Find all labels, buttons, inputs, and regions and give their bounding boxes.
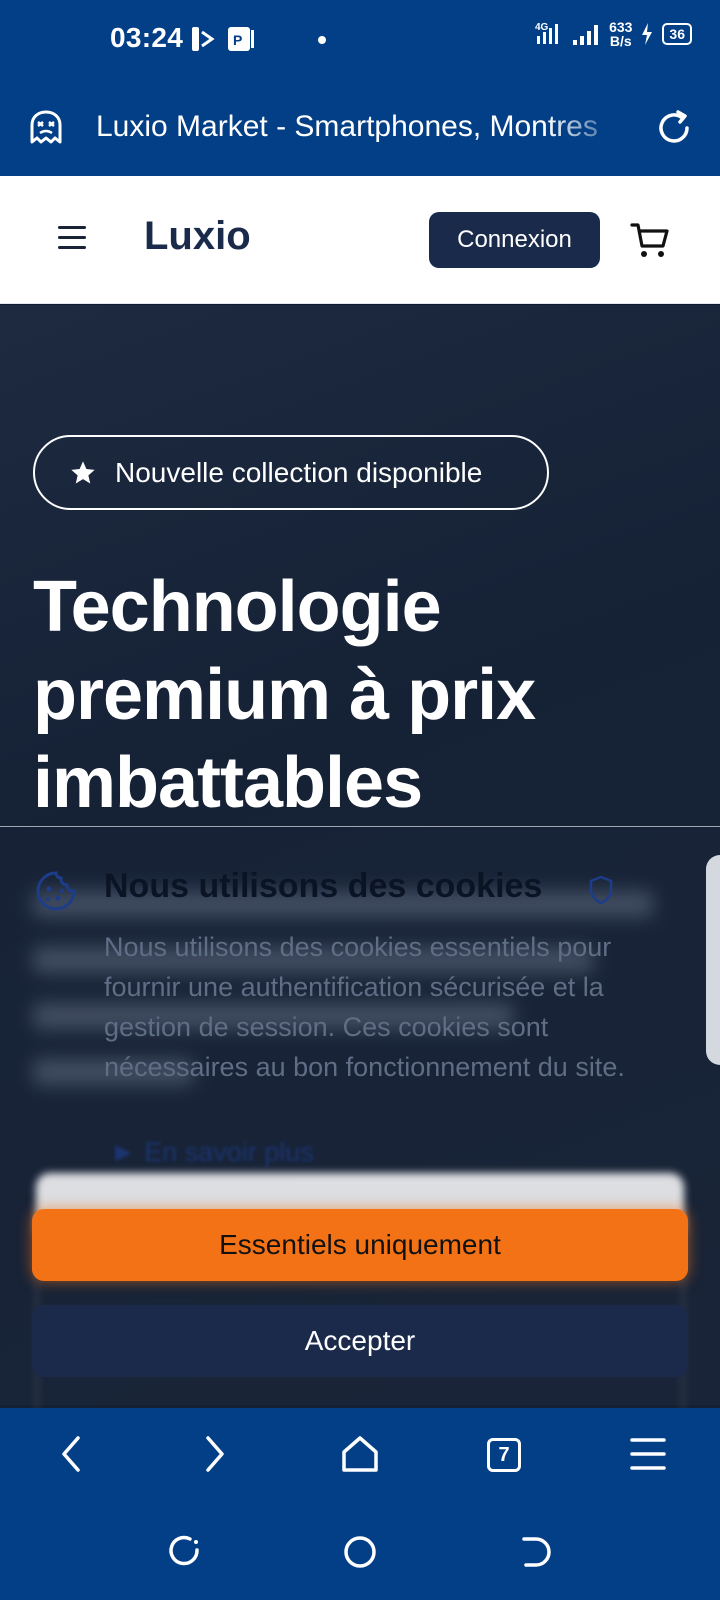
status-notification-icons: P bbox=[190, 24, 256, 54]
cookie-icon bbox=[36, 871, 76, 911]
network-speed-value: 633 bbox=[609, 19, 633, 35]
svg-text:P: P bbox=[233, 32, 242, 48]
hero-title: Technologie premium à prix imbattables bbox=[33, 563, 673, 827]
network-speed: 633 B/s bbox=[609, 20, 632, 48]
back-icon[interactable] bbox=[56, 1432, 86, 1476]
login-button[interactable]: Connexion bbox=[429, 212, 600, 268]
tabs-icon[interactable]: 7 bbox=[487, 1438, 521, 1472]
browser-address-bar[interactable]: Luxio Market - Smartphones, Montres bbox=[0, 80, 720, 176]
system-nav-bar bbox=[0, 1504, 720, 1600]
learn-more-link[interactable]: ► En savoir plus bbox=[110, 1137, 314, 1168]
essential-only-button[interactable]: Essentiels uniquement bbox=[32, 1209, 688, 1281]
network-speed-unit: B/s bbox=[609, 33, 632, 49]
forward-icon[interactable] bbox=[200, 1432, 230, 1476]
ghost-icon[interactable] bbox=[26, 108, 66, 148]
recents-icon[interactable] bbox=[166, 1534, 202, 1570]
cookie-title: Nous utilisons des cookies bbox=[104, 867, 543, 905]
menu-icon[interactable] bbox=[58, 226, 86, 250]
reload-icon[interactable] bbox=[654, 108, 694, 148]
status-bar: 03:24 P 4G 633 B/s 36 bbox=[0, 0, 720, 80]
hero-title-line: Technologie bbox=[33, 567, 442, 647]
app-notification-icon: P bbox=[228, 27, 254, 51]
hero-title-line: premium à prix bbox=[33, 655, 536, 735]
site-header: Luxio Connexion bbox=[0, 176, 720, 304]
brand-logo[interactable]: Luxio bbox=[144, 214, 251, 259]
status-dot bbox=[318, 36, 326, 44]
home-circle-icon[interactable] bbox=[342, 1534, 378, 1570]
star-icon bbox=[71, 460, 95, 483]
nfc-tap-icon bbox=[192, 27, 215, 51]
cookie-description: Nous utilisons des cookies essentiels po… bbox=[104, 932, 625, 1082]
cookie-banner: Nous utilisons des cookies Nous utilison… bbox=[0, 826, 720, 1423]
menu-icon[interactable] bbox=[628, 1432, 668, 1476]
accept-button[interactable]: Accepter bbox=[32, 1305, 688, 1377]
signal-4g-icon: 4G bbox=[535, 22, 559, 44]
status-time: 03:24 bbox=[110, 22, 184, 53]
signal-bars-icon bbox=[573, 25, 599, 45]
scroll-handle[interactable] bbox=[706, 855, 720, 1065]
charging-icon bbox=[642, 23, 653, 45]
hero-title-line: imbattables bbox=[33, 743, 423, 823]
cart-icon[interactable] bbox=[630, 220, 670, 260]
badge-text: Nouvelle collection disponible bbox=[115, 456, 483, 488]
shield-icon bbox=[589, 875, 613, 905]
home-icon[interactable] bbox=[338, 1432, 382, 1476]
browser-toolbar: 7 bbox=[0, 1408, 720, 1504]
status-right-icons: 4G 633 B/s 36 bbox=[535, 20, 692, 48]
page-title[interactable]: Luxio Market - Smartphones, Montres bbox=[96, 110, 626, 144]
back-icon[interactable] bbox=[518, 1534, 554, 1570]
new-collection-badge: Nouvelle collection disponible bbox=[33, 435, 549, 510]
battery-level: 36 bbox=[662, 23, 692, 45]
svg-text:4G: 4G bbox=[535, 22, 549, 33]
